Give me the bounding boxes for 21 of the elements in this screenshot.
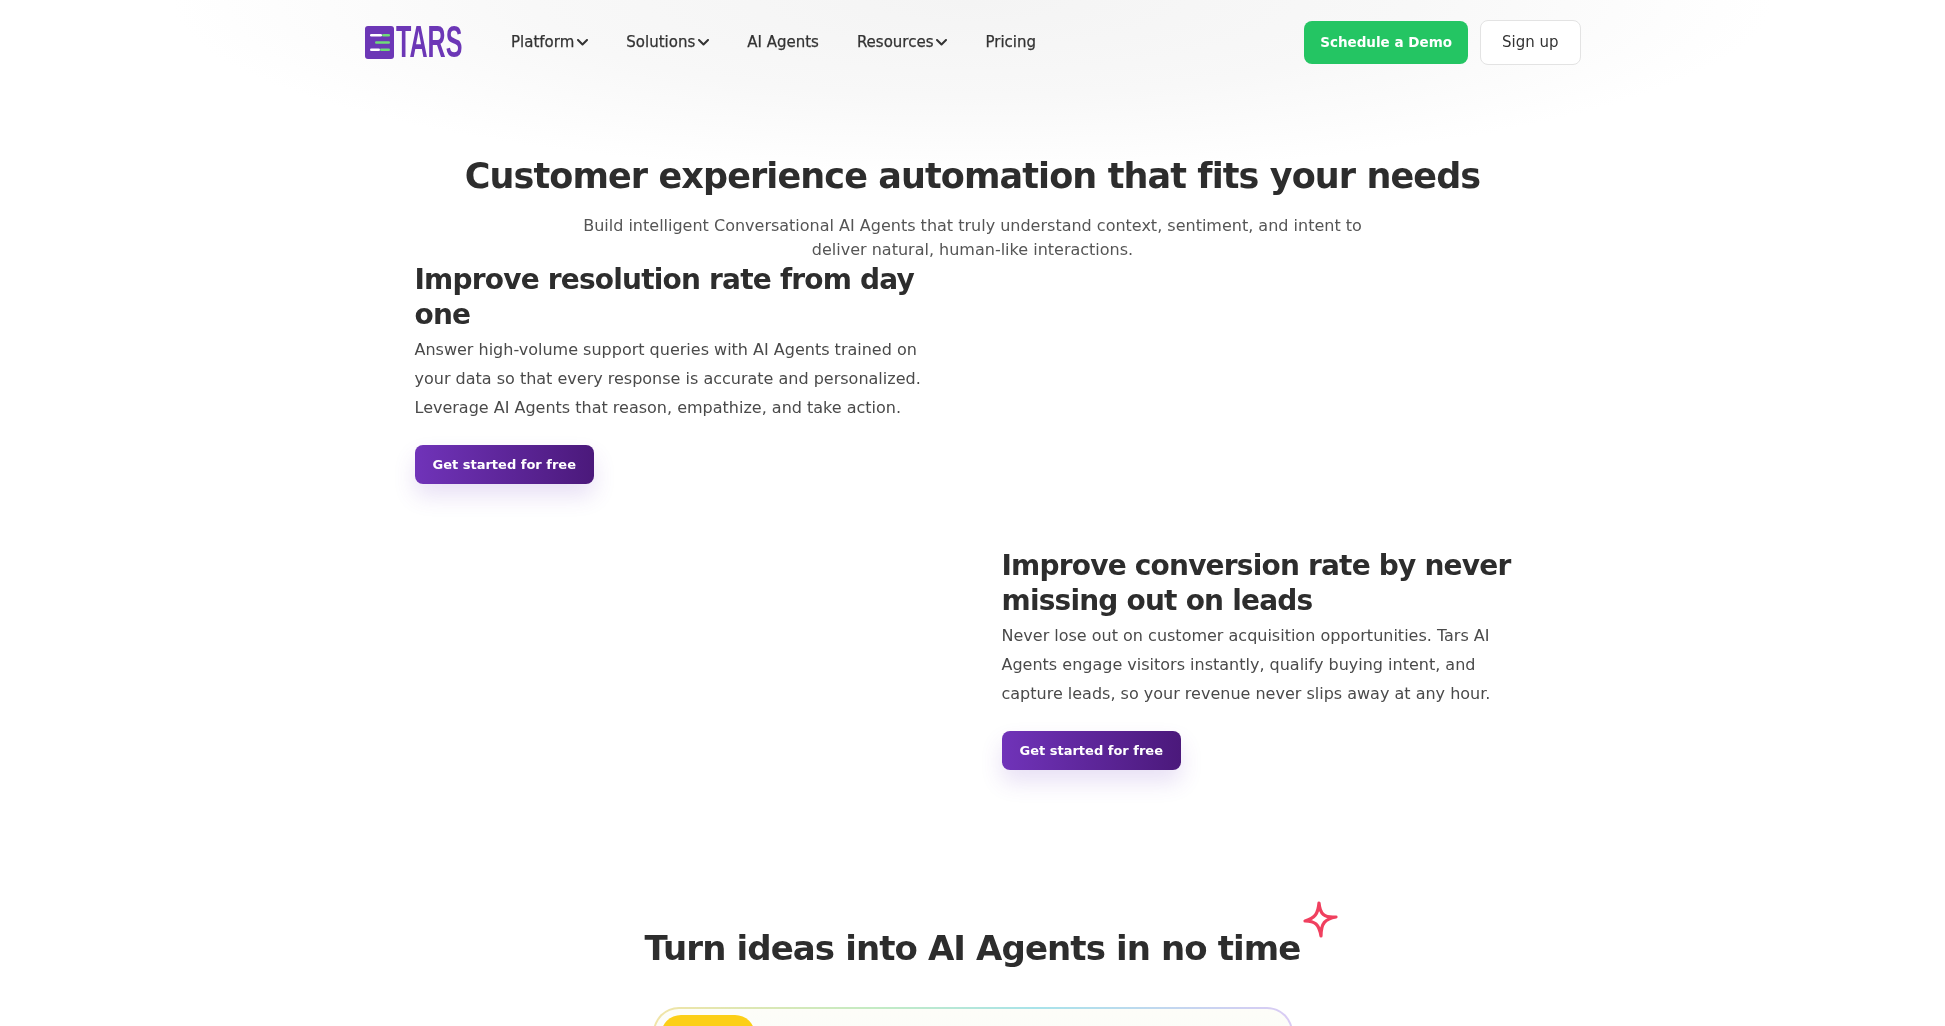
feature-description: Answer high-volume support queries with AI Agents trained on your data so that every response is accurate and personalized. Leverage AI Agents that reason, empathize, and take action. (414, 339, 922, 419)
feature-title: Improve resolution rate from day one (414, 262, 915, 332)
feature-description: Never lose out on customer acquisition opportunities. Tars AI Agents engage visitors instantly, qualify buying intent, and capture leads, so your revenue never slips away at any hour. (1001, 625, 1492, 705)
logo-text[interactable]: TARS (395, 20, 462, 64)
nav-link[interactable]: Solutions (626, 33, 710, 51)
chevron-down-icon[interactable] (577, 38, 589, 46)
sign-up-button[interactable]: Sign up (1480, 19, 1581, 65)
chevron-down-icon[interactable] (698, 38, 710, 46)
get-started-button[interactable]: Get started for free (414, 445, 594, 484)
sparkle-icon (1302, 900, 1340, 938)
feature-title: Improve conversion rate by never missing out on leads (1001, 548, 1512, 618)
nav-link[interactable]: Resources (856, 33, 948, 51)
nav-link[interactable]: Pricing (985, 33, 1037, 51)
hero-subtitle: Build intelligent Conversational AI Agents that truly understand context, sentiment, and intent to deliver natural, human-like interactions. (582, 215, 1363, 261)
showcase-title: Turn ideas into AI Agents in no time (644, 928, 1301, 968)
hero-title: Customer experience automation that fits your needs (464, 155, 1481, 197)
nav-link[interactable]: AI Agents (747, 33, 819, 51)
chevron-down-icon[interactable] (936, 38, 948, 46)
get-started-button[interactable]: Get started for free (1001, 731, 1181, 770)
logo-icon[interactable] (364, 25, 394, 59)
nav-link[interactable]: Platform (511, 33, 589, 51)
